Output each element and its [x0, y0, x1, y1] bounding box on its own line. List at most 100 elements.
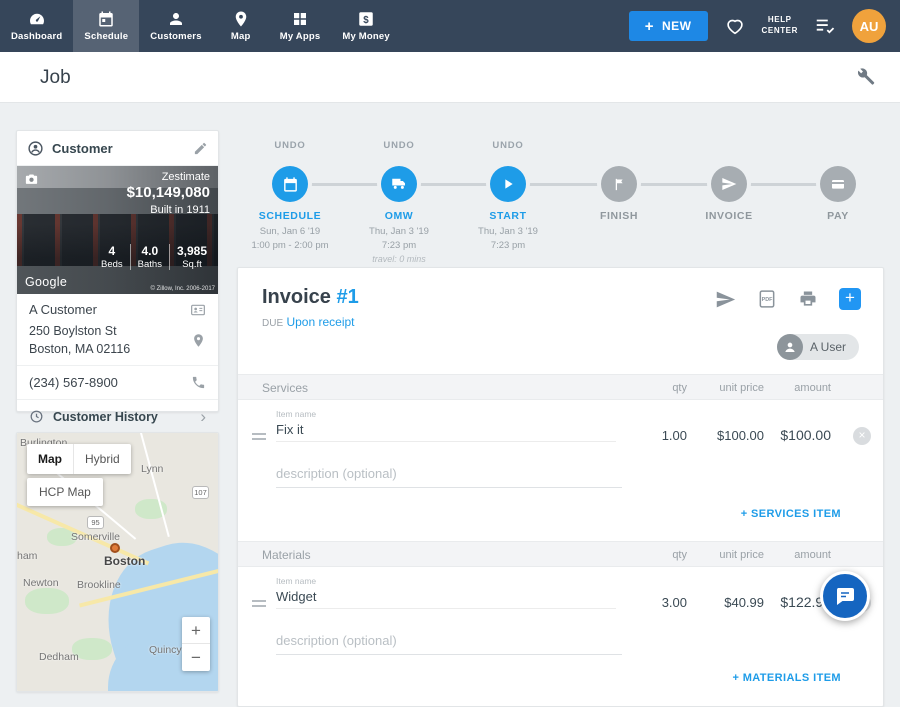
- zoom-out-button[interactable]: −: [182, 644, 210, 671]
- nav-label: Customers: [150, 31, 201, 42]
- town-label-waltham: ham: [17, 550, 37, 562]
- svg-text:$: $: [363, 15, 369, 26]
- timeline-step-invoice: INVOICE: [679, 132, 779, 222]
- remove-service-item-button[interactable]: ×: [853, 427, 871, 445]
- new-button[interactable]: + NEW: [629, 11, 708, 41]
- edit-pencil-icon[interactable]: [193, 141, 208, 156]
- item-name-label: Item name: [276, 576, 316, 586]
- material-qty[interactable]: 3.00: [662, 595, 687, 610]
- send-invoice-icon[interactable]: [715, 289, 736, 310]
- qty-column-header: qty: [672, 382, 687, 394]
- map-type-control: Map Hybrid: [27, 444, 131, 474]
- nav-item-my-apps[interactable]: My Apps: [269, 0, 332, 52]
- sqft-label: Sq.ft: [177, 259, 207, 270]
- town-label-dedham: Dedham: [39, 651, 79, 663]
- nav-item-dashboard[interactable]: Dashboard: [0, 0, 73, 52]
- hcp-map-button[interactable]: HCP Map: [27, 478, 103, 506]
- user-avatar[interactable]: AU: [852, 9, 886, 43]
- customer-history-row[interactable]: Customer History ›: [17, 400, 218, 433]
- property-stats: 4 Beds 4.0 Baths 3,985 Sq.ft: [94, 244, 214, 270]
- service-unit-price[interactable]: $100.00: [717, 428, 764, 443]
- nav-item-schedule[interactable]: Schedule: [73, 0, 139, 52]
- zestimate-value: $10,149,080: [127, 184, 210, 201]
- step-label: PAY: [788, 210, 888, 222]
- chevron-right-icon: ›: [200, 408, 206, 425]
- pay-circle-card-icon[interactable]: [820, 166, 856, 202]
- apps-grid-icon: [291, 10, 309, 28]
- step-label: SCHEDULE: [240, 210, 340, 222]
- add-services-item-link[interactable]: + SERVICES ITEM: [741, 508, 841, 520]
- map-canvas[interactable]: Burlington Lynn Somerville Boston Brookl…: [17, 433, 218, 691]
- nav-label: Schedule: [84, 31, 128, 42]
- drag-handle-icon[interactable]: [252, 430, 266, 443]
- undo-start-button[interactable]: UNDO: [458, 140, 558, 154]
- service-description-input[interactable]: [276, 464, 622, 488]
- customer-card-header: Customer: [17, 131, 218, 166]
- step-dates: Thu, Jan 3 '19 7:23 pm: [458, 225, 558, 253]
- beds-value: 4: [101, 244, 123, 258]
- activity-checklist-icon[interactable]: [814, 15, 836, 37]
- due-value-link[interactable]: Upon receipt: [286, 315, 354, 329]
- customer-icon: [27, 140, 44, 157]
- new-button-label: NEW: [662, 19, 692, 33]
- location-pin-icon[interactable]: [191, 333, 206, 348]
- nav-item-customers[interactable]: Customers: [139, 0, 212, 52]
- drag-handle-icon[interactable]: [252, 597, 266, 610]
- town-label-boston: Boston: [104, 554, 145, 568]
- due-label: DUE: [262, 318, 283, 329]
- town-label-quincy: Quincy: [149, 644, 182, 656]
- money-icon: $: [357, 10, 375, 28]
- map-type-hybrid-button[interactable]: Hybrid: [74, 444, 131, 474]
- help-center-link[interactable]: HELP CENTER: [762, 15, 799, 37]
- baths-label: Baths: [138, 259, 162, 270]
- undo-omw-button[interactable]: UNDO: [349, 140, 449, 154]
- zoom-in-button[interactable]: +: [182, 617, 210, 644]
- undo-schedule-button[interactable]: UNDO: [240, 140, 340, 154]
- street-view-camera-icon: [24, 172, 39, 192]
- nav-right-cluster: + NEW HELP CENTER AU: [629, 0, 900, 52]
- invoice-circle-send-icon[interactable]: [711, 166, 747, 202]
- town-label-newton: Newton: [23, 577, 59, 589]
- amount-column-header: amount: [794, 549, 831, 561]
- service-item-name-input[interactable]: [276, 420, 616, 442]
- omw-circle-truck-icon[interactable]: [381, 166, 417, 202]
- pdf-icon[interactable]: PDF: [757, 289, 777, 309]
- material-item-name-input[interactable]: [276, 587, 616, 609]
- services-section-header: Services qty unit price amount: [238, 374, 883, 400]
- history-icon: [29, 409, 44, 424]
- add-invoice-item-button[interactable]: +: [839, 288, 861, 310]
- material-description-input[interactable]: [276, 631, 622, 655]
- map-park: [25, 588, 69, 614]
- contact-card-icon[interactable]: [190, 302, 206, 318]
- nav-item-map[interactable]: Map: [213, 0, 269, 52]
- invoice-number[interactable]: #1: [336, 286, 358, 308]
- schedule-circle-calendar-icon[interactable]: [272, 166, 308, 202]
- materials-header-label: Materials: [262, 548, 311, 562]
- service-qty[interactable]: 1.00: [662, 428, 687, 443]
- item-name-label: Item name: [276, 409, 316, 419]
- travel-note: travel: 0 mins: [349, 253, 449, 266]
- invoice-title: Invoice #1: [262, 286, 359, 309]
- job-tools-icon[interactable]: [855, 66, 876, 92]
- heart-referral-icon[interactable]: [724, 15, 746, 37]
- customer-address: 250 Boylston St Boston, MA 02116: [29, 322, 130, 358]
- nav-item-my-money[interactable]: $ My Money: [331, 0, 401, 52]
- photo-credit: © Zillow, Inc. 2006-2017: [151, 286, 215, 292]
- start-circle-play-icon[interactable]: [490, 166, 526, 202]
- chat-support-button[interactable]: [820, 571, 870, 621]
- assigned-user-pill[interactable]: A User: [777, 334, 859, 360]
- plus-icon: +: [645, 18, 654, 35]
- finish-circle-flag-icon[interactable]: [601, 166, 637, 202]
- zestimate-label: Zestimate: [127, 171, 210, 183]
- invoice-actions: PDF +: [715, 288, 861, 310]
- town-label-lynn: Lynn: [141, 463, 163, 475]
- map-type-map-button[interactable]: Map: [27, 444, 74, 474]
- print-icon[interactable]: [798, 289, 818, 309]
- customer-phone: (234) 567-8900: [29, 375, 118, 390]
- material-unit-price[interactable]: $40.99: [724, 595, 764, 610]
- job-location-marker: [110, 543, 120, 553]
- phone-icon[interactable]: [191, 375, 206, 390]
- add-materials-item-link[interactable]: + MATERIALS ITEM: [732, 672, 841, 684]
- customer-history-label: Customer History: [53, 410, 191, 424]
- town-label-brookline: Brookline: [77, 579, 121, 591]
